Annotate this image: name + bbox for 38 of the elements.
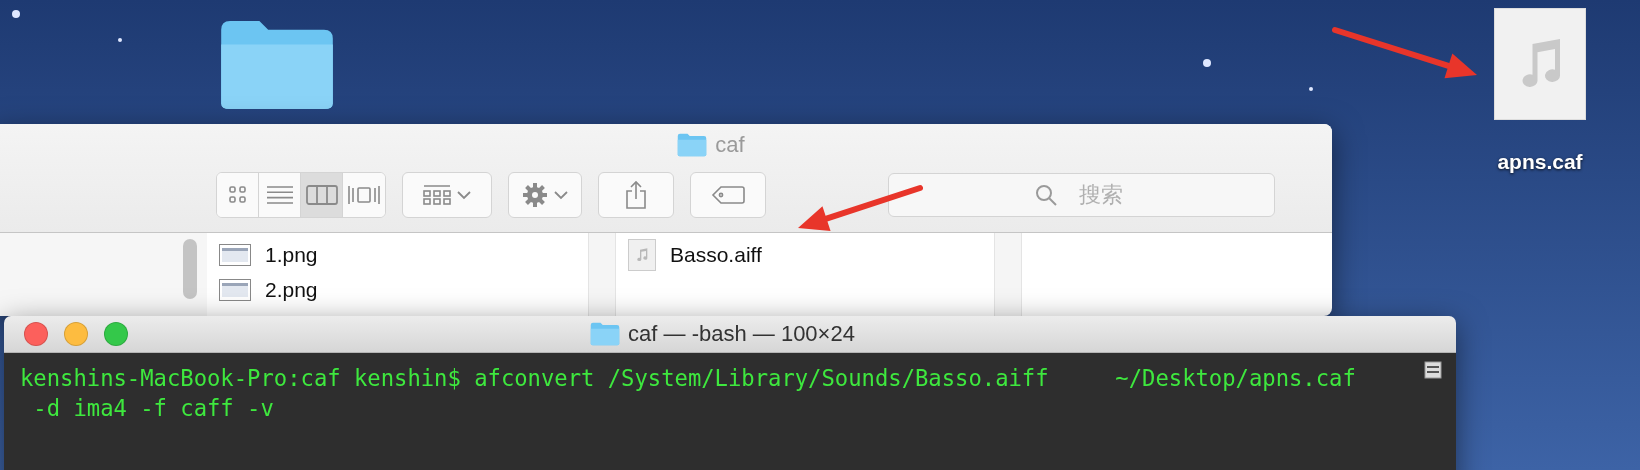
list-view-icon bbox=[265, 185, 294, 205]
grid-view-icon bbox=[227, 185, 248, 205]
split-pane-icon[interactable] bbox=[1424, 361, 1442, 379]
minimize-button[interactable] bbox=[64, 322, 88, 346]
scrollbar-thumb[interactable] bbox=[183, 239, 197, 299]
share-button[interactable] bbox=[598, 172, 674, 218]
window-title: caf bbox=[715, 132, 745, 158]
cover-flow-icon bbox=[347, 185, 381, 205]
chevron-down-icon bbox=[554, 190, 568, 200]
file-name[interactable]: 1.png bbox=[265, 242, 318, 267]
chevron-down-icon bbox=[457, 190, 471, 200]
search-field[interactable]: 搜索 bbox=[888, 173, 1275, 217]
column-view-icon bbox=[305, 185, 338, 205]
file-name[interactable]: 2.png bbox=[265, 277, 318, 302]
file-label: apns.caf bbox=[1497, 150, 1583, 174]
image-file-icon bbox=[219, 278, 251, 301]
audio-file-icon[interactable] bbox=[1494, 8, 1586, 120]
terminal-line: kenshins-MacBook-Pro:caf kenshin$ afconvert /System/Library/Sounds/Basso.aiff ~/Desktop/apns.caf bbox=[20, 364, 1356, 393]
tag-icon bbox=[711, 186, 745, 204]
view-button[interactable] bbox=[217, 173, 259, 217]
tag-button[interactable] bbox=[690, 172, 766, 218]
arrange-button[interactable] bbox=[402, 172, 492, 218]
folder-icon bbox=[677, 133, 708, 157]
folder-icon bbox=[218, 18, 336, 112]
file-name[interactable]: Basso.aiff bbox=[670, 242, 762, 267]
folder-icon bbox=[590, 322, 621, 346]
image-file-icon bbox=[219, 243, 251, 266]
share-icon bbox=[625, 180, 647, 210]
close-button[interactable] bbox=[24, 322, 48, 346]
zoom-button[interactable] bbox=[104, 322, 128, 346]
music-note-icon bbox=[634, 246, 650, 263]
view-button[interactable] bbox=[301, 173, 343, 217]
window-title: caf — -bash — 100×24 bbox=[628, 321, 855, 347]
gear-icon bbox=[522, 182, 548, 208]
action-button[interactable] bbox=[508, 172, 582, 218]
terminal-line: -d ima4 -f caff -v bbox=[32, 394, 274, 423]
grid-view-icon bbox=[423, 184, 451, 206]
search-icon bbox=[1034, 183, 1058, 207]
